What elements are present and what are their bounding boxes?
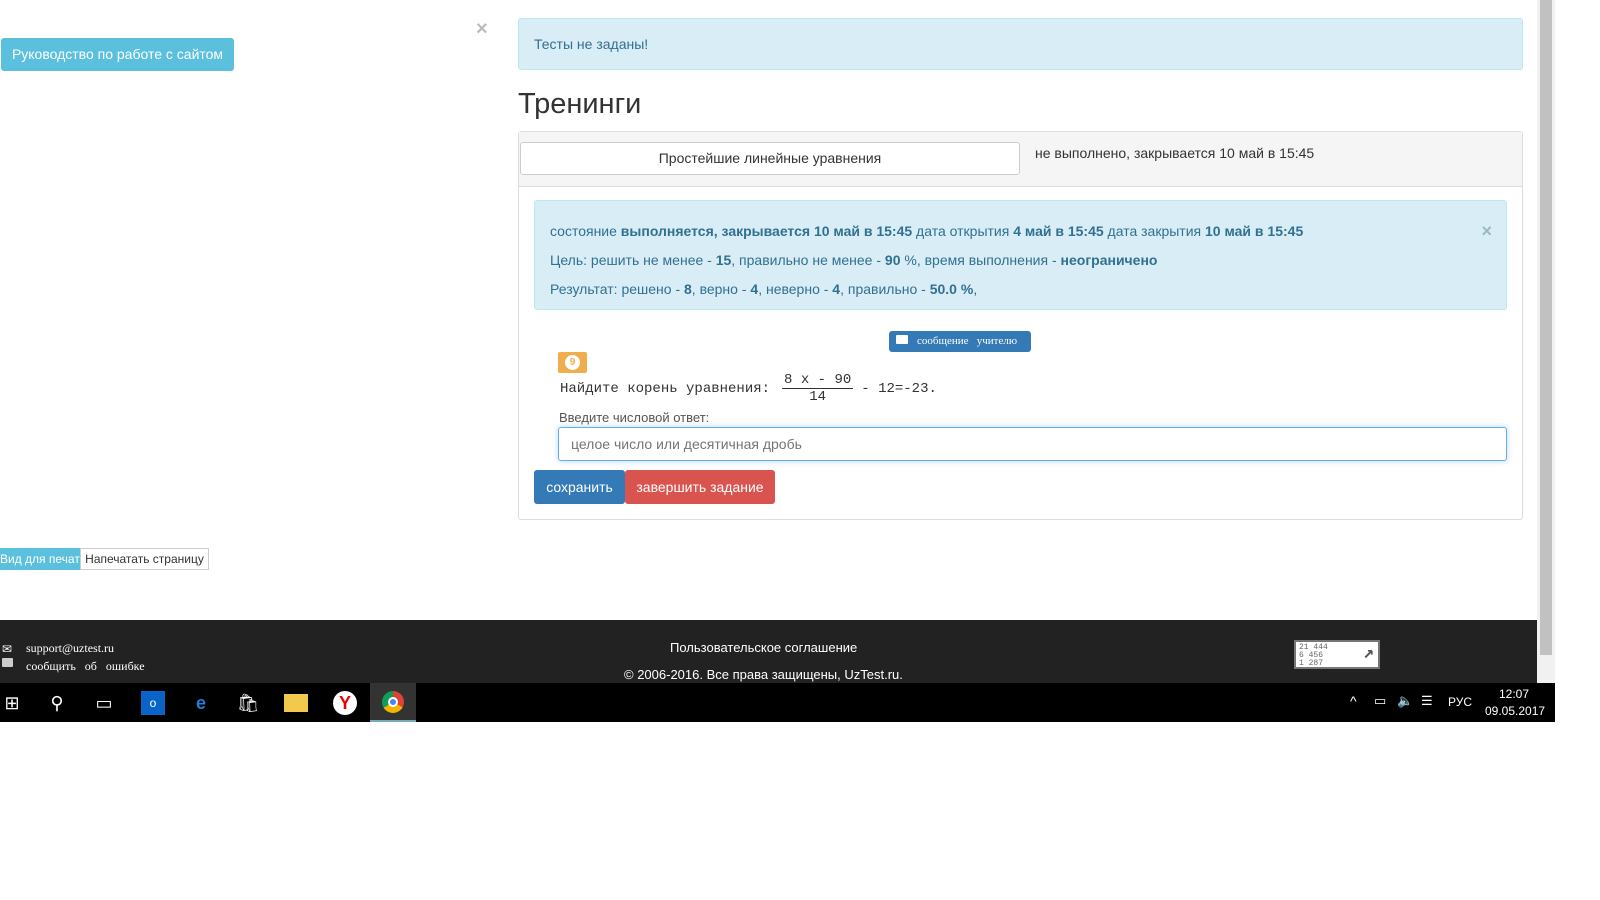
close-icon[interactable]: ×: [1481, 219, 1492, 244]
no-tests-alert: Тесты не заданы!: [518, 18, 1523, 70]
outlook-icon[interactable]: o: [141, 691, 165, 715]
network-icon[interactable]: ▭: [1374, 693, 1386, 709]
store-icon[interactable]: 🛍: [236, 691, 260, 715]
language-indicator[interactable]: РУС: [1448, 695, 1472, 709]
taskbar: ⊞ ⚲ ▭ o e 🛍 Y ^ ▭ 🔈 ☰ РУС 12:07 09.05.20…: [0, 683, 1555, 722]
support-email-link[interactable]: support@uztest.ru: [26, 641, 114, 656]
clock-time[interactable]: 12:07: [1499, 687, 1529, 701]
notification-icon[interactable]: ☰: [1421, 693, 1433, 709]
camera-icon: [2, 658, 13, 667]
edge-icon[interactable]: e: [189, 691, 213, 715]
report-error-link[interactable]: сообщить об ошибке: [26, 659, 145, 674]
user-agreement-link[interactable]: Пользовательское соглашение: [670, 640, 857, 655]
goal-line: Цель: решить не менее - 15, правильно не…: [550, 252, 1158, 268]
yandex-icon[interactable]: Y: [333, 691, 357, 715]
message-teacher-button[interactable]: сообщение учителю: [889, 331, 1031, 352]
guide-button[interactable]: Руководство по работе с сайтом: [1, 38, 234, 71]
chrome-taskbar-button[interactable]: [370, 683, 416, 722]
file-explorer-icon[interactable]: [284, 694, 308, 712]
result-line: Результат: решено - 8, верно - 4, неверн…: [550, 281, 978, 297]
windows-start-icon[interactable]: ⊞: [0, 691, 24, 715]
volume-icon[interactable]: 🔈: [1397, 693, 1413, 709]
save-button[interactable]: сохранить: [534, 470, 625, 504]
training-status: не выполнено, закрывается 10 май в 15:45: [1035, 145, 1315, 161]
training-info-alert: состояние выполняется, закрывается 10 ма…: [534, 200, 1507, 310]
training-panel: Простейшие линейные уравнения не выполне…: [518, 131, 1523, 520]
comment-icon: [896, 335, 908, 344]
task-view-icon[interactable]: ▭: [92, 691, 116, 715]
search-icon[interactable]: ⚲: [45, 691, 69, 715]
page-title: Тренинги: [518, 88, 642, 120]
answer-input[interactable]: [558, 427, 1507, 461]
state-line: состояние выполняется, закрывается 10 ма…: [550, 223, 1304, 239]
arrow-icon: ↗: [1363, 644, 1374, 664]
finish-task-button[interactable]: завершить задание: [625, 470, 775, 504]
copyright: © 2006-2016. Все права защищены, UzTest.…: [624, 667, 903, 682]
task-text: Найдите корень уравнения: 8 x - 90 14 - 1…: [560, 372, 937, 405]
answer-label: Введите числовой ответ:: [559, 410, 710, 425]
print-page-button[interactable]: Напечатать страницу: [80, 548, 209, 570]
visit-counter[interactable]: 21 444 6 456 1 287 ↗: [1294, 640, 1380, 669]
print-view-button[interactable]: Вид для печати: [0, 548, 80, 570]
close-icon[interactable]: ×: [476, 18, 488, 41]
training-topic-button[interactable]: Простейшие линейные уравнения: [520, 142, 1020, 175]
mail-icon: ✉: [2, 642, 13, 656]
scrollbar-thumb[interactable]: [1540, 0, 1552, 655]
chevron-up-icon[interactable]: ^: [1350, 693, 1357, 709]
task-number-badge: 9: [558, 352, 587, 373]
clock-date[interactable]: 09.05.2017: [1485, 704, 1545, 718]
